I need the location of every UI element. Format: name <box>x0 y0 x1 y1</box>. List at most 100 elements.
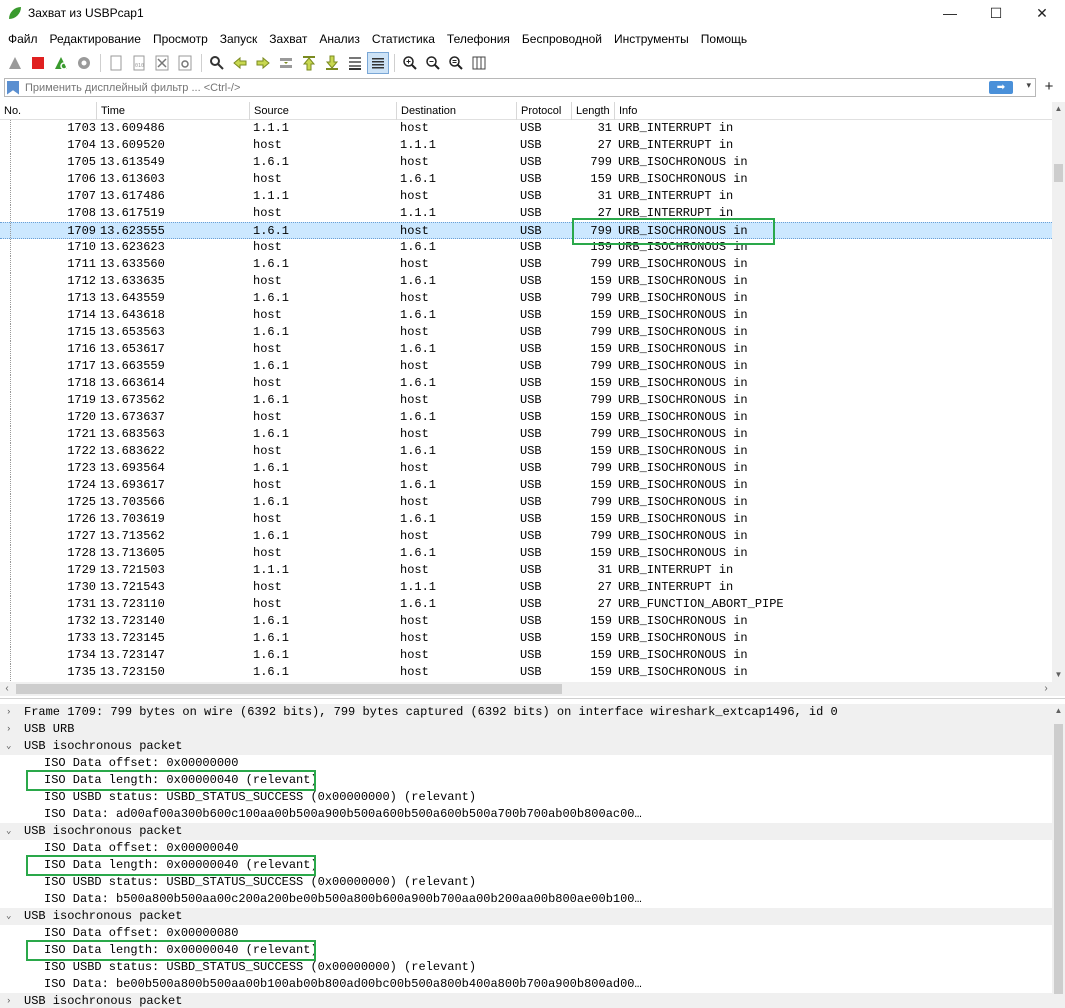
detail-field[interactable]: ISO Data: be00b500a800b500aa00b100ab00b8… <box>0 976 1052 993</box>
collapse-chevron-icon[interactable]: ⌄ <box>6 738 18 755</box>
scroll-thumb[interactable] <box>1054 164 1063 182</box>
apply-filter-button[interactable]: ➡ <box>989 81 1013 94</box>
close-file-icon[interactable] <box>151 52 173 74</box>
column-header-protocol[interactable]: Protocol <box>516 102 571 120</box>
packet-list-vertical-scrollbar[interactable]: ▲ ▼ <box>1052 102 1065 682</box>
detail-tree-node[interactable]: › Frame 1709: 799 bytes on wire (6392 bit… <box>0 704 1052 721</box>
close-button[interactable]: ✕ <box>1019 0 1065 26</box>
detail-tree-node[interactable]: ⌄ USB isochronous packet <box>0 738 1052 755</box>
open-file-icon[interactable] <box>105 52 127 74</box>
packet-row[interactable]: 1722 13.683622 host 1.6.1 USB 159 URB_ISOCHRON… <box>0 443 1052 460</box>
collapse-chevron-icon[interactable]: ⌄ <box>6 908 18 925</box>
column-header-time[interactable]: Time <box>96 102 249 120</box>
packet-details-pane[interactable]: › Frame 1709: 799 bytes on wire (6392 bit… <box>0 704 1052 1008</box>
packet-row[interactable]: 1711 13.633560 1.6.1 host USB 799 URB_ISOCHRON… <box>0 256 1052 273</box>
maximize-button[interactable]: ☐ <box>973 0 1019 26</box>
packet-row[interactable]: 1731 13.723110 host 1.6.1 USB 27 URB_FUNCTION_… <box>0 596 1052 613</box>
packet-row[interactable]: 1727 13.713562 1.6.1 host USB 799 URB_ISOCHRON… <box>0 528 1052 545</box>
collapse-chevron-icon[interactable]: ⌄ <box>6 823 18 840</box>
menu-file[interactable]: Файл <box>2 28 44 50</box>
packet-row[interactable]: 1728 13.713605 host 1.6.1 USB 159 URB_ISOCHRON… <box>0 545 1052 562</box>
colorize-icon[interactable] <box>367 52 389 74</box>
packet-row[interactable]: 1729 13.721503 1.1.1 host USB 31 URB_INTERRUPT… <box>0 562 1052 579</box>
scroll-right-arrow-icon[interactable]: › <box>1039 682 1053 696</box>
packet-row[interactable]: 1734 13.723147 1.6.1 host USB 159 URB_ISOCHRON… <box>0 647 1052 664</box>
menu-statistics[interactable]: Статистика <box>366 28 441 50</box>
packet-row[interactable]: 1725 13.703566 1.6.1 host USB 799 URB_ISOCHRON… <box>0 494 1052 511</box>
go-back-icon[interactable] <box>229 52 251 74</box>
details-vertical-scrollbar[interactable]: ▲ <box>1052 704 1065 1008</box>
detail-tree-node[interactable]: ⌄ USB isochronous packet <box>0 908 1052 925</box>
zoom-out-icon[interactable] <box>422 52 444 74</box>
detail-field[interactable]: ISO Data length: 0x00000040 (relevant) <box>0 940 1052 961</box>
packet-row[interactable]: 1720 13.673637 host 1.6.1 USB 159 URB_ISOCHRON… <box>0 409 1052 426</box>
packet-row[interactable]: 1724 13.693617 host 1.6.1 USB 159 URB_ISOCHRON… <box>0 477 1052 494</box>
menu-capture[interactable]: Захват <box>263 28 313 50</box>
go-last-packet-icon[interactable] <box>321 52 343 74</box>
detail-field[interactable]: ISO USBD status: USBD_STATUS_SUCCESS (0x… <box>0 959 1052 976</box>
packet-row[interactable]: 1732 13.723140 1.6.1 host USB 159 URB_ISOCHRON… <box>0 613 1052 630</box>
detail-field[interactable]: ISO Data: b500a800b500aa00c200a200be00b5… <box>0 891 1052 908</box>
packet-row[interactable]: 1723 13.693564 1.6.1 host USB 799 URB_ISOCHRON… <box>0 460 1052 477</box>
find-packet-icon[interactable] <box>206 52 228 74</box>
shark-fin-start-icon[interactable] <box>4 52 26 74</box>
packet-row[interactable]: 1718 13.663614 host 1.6.1 USB 159 URB_ISOCHRON… <box>0 375 1052 392</box>
expand-chevron-icon[interactable]: › <box>6 704 18 721</box>
capture-options-icon[interactable] <box>73 52 95 74</box>
zoom-normal-icon[interactable] <box>445 52 467 74</box>
scroll-up-arrow-icon[interactable]: ▲ <box>1052 102 1065 116</box>
packet-row[interactable]: 1708 13.617519 host 1.1.1 USB 27 URB_INTERRUPT… <box>0 205 1052 222</box>
menu-view[interactable]: Просмотр <box>147 28 214 50</box>
zoom-in-icon[interactable] <box>399 52 421 74</box>
detail-field[interactable]: ISO USBD status: USBD_STATUS_SUCCESS (0x… <box>0 789 1052 806</box>
menu-tools[interactable]: Инструменты <box>608 28 695 50</box>
packet-row[interactable]: 1721 13.683563 1.6.1 host USB 799 URB_ISOCHRON… <box>0 426 1052 443</box>
packet-row[interactable]: 1717 13.663559 1.6.1 host USB 799 URB_ISOCHRON… <box>0 358 1052 375</box>
packet-row[interactable]: 1704 13.609520 host 1.1.1 USB 27 URB_INTERRUPT… <box>0 137 1052 154</box>
detail-tree-node[interactable]: ⌄ USB isochronous packet <box>0 823 1052 840</box>
resize-columns-icon[interactable] <box>468 52 490 74</box>
scroll-left-arrow-icon[interactable]: ‹ <box>0 682 14 696</box>
column-header-no[interactable]: No. <box>0 102 96 120</box>
detail-field[interactable]: ISO Data length: 0x00000040 (relevant) <box>0 770 1052 791</box>
packet-row[interactable]: 1713 13.643559 1.6.1 host USB 799 URB_ISOCHRON… <box>0 290 1052 307</box>
detail-field[interactable]: ISO Data: ad00af00a300b600c100aa00b500a9… <box>0 806 1052 823</box>
packet-row[interactable]: 1719 13.673562 1.6.1 host USB 799 URB_ISOCHRON… <box>0 392 1052 409</box>
column-header-destination[interactable]: Destination <box>396 102 516 120</box>
packet-row[interactable]: 1712 13.633635 host 1.6.1 USB 159 URB_ISOCHRON… <box>0 273 1052 290</box>
packet-row[interactable]: 1714 13.643618 host 1.6.1 USB 159 URB_ISOCHRON… <box>0 307 1052 324</box>
filter-dropdown-icon[interactable]: ▾ <box>1026 80 1031 91</box>
packet-row[interactable]: 1715 13.653563 1.6.1 host USB 799 URB_ISOCHRON… <box>0 324 1052 341</box>
detail-field[interactable]: ISO Data length: 0x00000040 (relevant) <box>0 855 1052 876</box>
packet-row[interactable]: 1709 13.623555 1.6.1 host USB 799 URB_ISOCHRON… <box>0 222 1052 240</box>
packet-row[interactable]: 1730 13.721543 host 1.1.1 USB 27 URB_INTERRUPT… <box>0 579 1052 596</box>
minimize-button[interactable]: — <box>927 0 973 26</box>
menu-telephony[interactable]: Телефония <box>441 28 516 50</box>
column-header-source[interactable]: Source <box>249 102 396 120</box>
menu-help[interactable]: Помощь <box>695 28 753 50</box>
packet-row[interactable]: 1735 13.723150 1.6.1 host USB 159 URB_ISOCHRON… <box>0 664 1052 681</box>
auto-scroll-icon[interactable] <box>344 52 366 74</box>
packet-row[interactable]: 1726 13.703619 host 1.6.1 USB 159 URB_ISOCHRON… <box>0 511 1052 528</box>
packet-row[interactable]: 1703 13.609486 1.1.1 host USB 31 URB_INTERRUPT… <box>0 120 1052 137</box>
detail-tree-node[interactable]: › USB URB <box>0 721 1052 738</box>
reload-file-icon[interactable] <box>174 52 196 74</box>
menu-go[interactable]: Запуск <box>214 28 264 50</box>
display-filter-input[interactable] <box>25 81 985 94</box>
go-to-packet-icon[interactable] <box>275 52 297 74</box>
packet-row[interactable]: 1705 13.613549 1.6.1 host USB 799 URB_ISOCHRON… <box>0 154 1052 171</box>
menu-edit[interactable]: Редактирование <box>44 28 147 50</box>
column-header-info[interactable]: Info <box>614 102 1052 120</box>
packet-row[interactable]: 1733 13.723145 1.6.1 host USB 159 URB_ISOCHRON… <box>0 630 1052 647</box>
packet-row[interactable]: 1710 13.623623 host 1.6.1 USB 159 URB_ISOCHRON… <box>0 239 1052 256</box>
go-first-packet-icon[interactable] <box>298 52 320 74</box>
expand-chevron-icon[interactable]: › <box>6 721 18 738</box>
go-forward-icon[interactable] <box>252 52 274 74</box>
column-header-length[interactable]: Length <box>571 102 614 120</box>
scroll-thumb[interactable] <box>16 684 562 694</box>
packet-list[interactable]: No. Time Source Destination Protocol Len… <box>0 102 1052 682</box>
save-file-icon[interactable]: 010 <box>128 52 150 74</box>
scroll-thumb[interactable] <box>1054 724 1063 994</box>
restart-capture-icon[interactable] <box>50 52 72 74</box>
bookmark-icon[interactable] <box>7 80 19 95</box>
